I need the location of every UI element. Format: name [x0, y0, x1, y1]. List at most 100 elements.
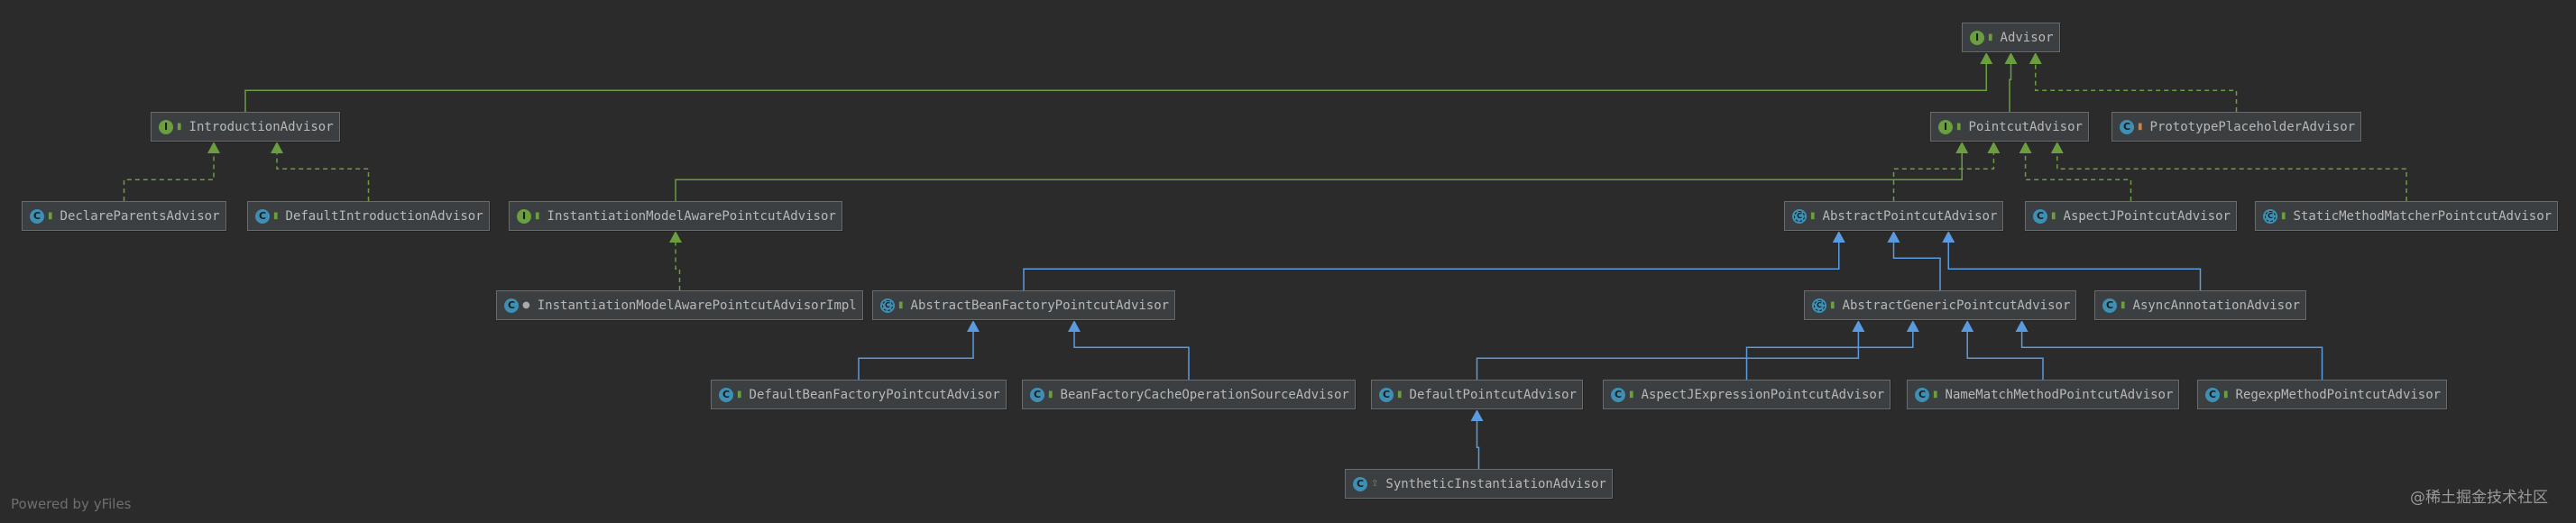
- node-label: IntroductionAdvisor: [189, 119, 334, 134]
- arrowhead: [1852, 320, 1865, 332]
- arrowhead: [2029, 52, 2042, 64]
- public-modifier-icon: ▮: [2223, 390, 2229, 399]
- arrowhead: [1942, 231, 1955, 243]
- arrowhead: [271, 142, 283, 153]
- abstract-class-icon: C: [2263, 208, 2277, 224]
- edge-default_pointcut_advisor-to-abstract_generic_pointcut_advisor: [1476, 329, 1860, 380]
- class-icon: C: [255, 208, 270, 224]
- node-abstract-bean-factory-pointcut-advisor[interactable]: C ▮ AbstractBeanFactoryPointcutAdvisor: [872, 290, 1176, 320]
- edge-pointcut_advisor-to-advisor: [2009, 61, 2012, 112]
- class-icon: C: [30, 208, 44, 224]
- node-label: Advisor: [2000, 30, 2054, 45]
- public-modifier-icon: ▮: [48, 211, 53, 221]
- powered-by-label: Powered by yFiles: [11, 496, 132, 512]
- node-label: BeanFactoryCacheOperationSourceAdvisor: [1060, 387, 1349, 402]
- node-label: InstantiationModelAwarePointcutAdvisor: [547, 208, 836, 224]
- arrowhead: [1470, 409, 1484, 421]
- class-icon: C: [2033, 208, 2047, 224]
- public-modifier-icon: ▮: [2121, 300, 2126, 310]
- node-default-introduction-advisor[interactable]: C ▮ DefaultIntroductionAdvisor: [247, 201, 490, 231]
- class-icon: C: [2102, 298, 2117, 313]
- edge-declare_parents_advisor-to-introduction_advisor: [123, 151, 215, 201]
- interface-icon: I: [517, 208, 531, 224]
- node-async-annotation-advisor[interactable]: C ▮ AsyncAnnotationAdvisor: [2094, 290, 2306, 320]
- package-private-modifier-icon: ▮: [2138, 122, 2143, 132]
- node-label: StaticMethodMatcherPointcutAdvisor: [2293, 208, 2553, 224]
- inheritance-edges: [123, 52, 2407, 469]
- arrowhead: [669, 231, 682, 243]
- node-label: AbstractPointcutAdvisor: [1822, 208, 1998, 224]
- node-synthetic-instantiation-advisor[interactable]: C ⇧ SyntheticInstantiationAdvisor: [1345, 469, 1613, 499]
- arrowhead: [1987, 142, 2001, 153]
- public-modifier-icon: ▮: [177, 122, 182, 132]
- node-advisor[interactable]: I ▮ Advisor: [1962, 23, 2060, 52]
- public-modifier-icon: ▮: [2281, 211, 2286, 221]
- public-modifier-icon: ▮: [737, 390, 742, 399]
- public-modifier-icon: ▮: [898, 300, 904, 310]
- node-aspectj-expression-pointcut-advisor[interactable]: C ▮ AspectJExpressionPointcutAdvisor: [1603, 380, 1891, 409]
- class-icon: C: [1353, 476, 1367, 491]
- node-abstract-pointcut-advisor[interactable]: C ▮ AbstractPointcutAdvisor: [1784, 201, 2004, 231]
- node-abstract-generic-pointcut-advisor[interactable]: C ▮ AbstractGenericPointcutAdvisor: [1804, 290, 2077, 320]
- abstract-class-icon: C: [1812, 298, 1826, 313]
- node-label: NameMatchMethodPointcutAdvisor: [1945, 387, 2174, 402]
- node-label: AspectJPointcutAdvisor: [2063, 208, 2231, 224]
- node-static-method-matcher-pointcut-advisor[interactable]: C ▮ StaticMethodMatcherPointcutAdvisor: [2255, 201, 2559, 231]
- arrowhead: [1955, 142, 1969, 153]
- edge-aspectj_expression_pointcut_advisor-to-abstract_generic_pointcut_advisor: [1745, 329, 1914, 380]
- watermark-label: @稀土掘金技术社区: [2410, 489, 2548, 507]
- node-default-pointcut-advisor[interactable]: C ▮ DefaultPointcutAdvisor: [1371, 380, 1583, 409]
- public-modifier-icon: ▮: [1988, 32, 1993, 42]
- abstract-class-icon: C: [1792, 208, 1807, 224]
- edge-aspectj_pointcut_advisor-to-pointcut_advisor: [2024, 151, 2132, 201]
- edge-instantiation_model_aware_pointcut_advisor-to-pointcut_advisor: [675, 151, 1963, 201]
- class-hierarchy-diagram: I ▮ Advisor I ▮ IntroductionAdvisor I ▮ Pointc…: [0, 0, 2576, 523]
- arrowhead: [967, 320, 980, 332]
- node-instantiation-model-aware-pointcut-advisor-impl[interactable]: C ● InstantiationModelAwarePointcutAdvisor…: [496, 290, 863, 320]
- node-declare-parents-advisor[interactable]: C ▮ DeclareParentsAdvisor: [22, 201, 226, 231]
- node-instantiation-model-aware-pointcut-advisor[interactable]: I ▮ InstantiationModelAwarePointcutAdvisor: [509, 201, 842, 231]
- node-pointcut-advisor[interactable]: I ▮ PointcutAdvisor: [1930, 112, 2089, 142]
- abstract-class-icon: C: [880, 298, 895, 313]
- node-bean-factory-cache-operation-source-advisor[interactable]: C ▮ BeanFactoryCacheOperationSourceAdvisor: [1022, 380, 1356, 409]
- node-label: DefaultIntroductionAdvisor: [285, 208, 483, 224]
- class-icon: C: [1915, 387, 1929, 402]
- node-regexp-method-pointcut-advisor[interactable]: C ▮ RegexpMethodPointcutAdvisor: [2197, 380, 2448, 409]
- arrowhead: [2019, 142, 2032, 153]
- node-label: AbstractBeanFactoryPointcutAdvisor: [910, 298, 1170, 313]
- public-modifier-icon: ▮: [1810, 211, 1816, 221]
- edge-default_bean_factory_pointcut_advisor-to-abstract_bean_factory_pointcut_advisor: [858, 329, 974, 380]
- edge-bean_factory_cache_operation_source_advisor-to-abstract_bean_factory_pointcut_advisor: [1073, 329, 1190, 380]
- public-modifier-icon: ▮: [1629, 390, 1634, 399]
- node-label: AbstractGenericPointcutAdvisor: [1842, 298, 2071, 313]
- node-label: PointcutAdvisor: [1968, 119, 2083, 134]
- arrowhead: [2004, 52, 2018, 64]
- static-modifier-icon: ⇧: [1371, 479, 1379, 489]
- node-label: AsyncAnnotationAdvisor: [2132, 298, 2300, 313]
- class-icon: C: [2205, 387, 2220, 402]
- node-prototype-placeholder-advisor[interactable]: C ▮ PrototypePlaceholderAdvisor: [2111, 112, 2362, 142]
- class-icon: C: [1030, 387, 1044, 402]
- class-icon: C: [1379, 387, 1394, 402]
- node-label: DeclareParentsAdvisor: [60, 208, 220, 224]
- public-modifier-icon: ▮: [2051, 211, 2056, 221]
- class-icon: C: [719, 387, 733, 402]
- edge-regexp_method_pointcut_advisor-to-abstract_generic_pointcut_advisor: [2020, 329, 2323, 380]
- node-label: DefaultPointcutAdvisor: [1409, 387, 1577, 402]
- node-default-bean-factory-pointcut-advisor[interactable]: C ▮ DefaultBeanFactoryPointcutAdvisor: [711, 380, 1007, 409]
- public-modifier-icon: ▮: [1048, 390, 1053, 399]
- arrowhead: [1887, 231, 1900, 243]
- public-modifier-icon: ▮: [1933, 390, 1938, 399]
- edge-static_method_matcher_pointcut_advisor-to-pointcut_advisor: [2056, 151, 2407, 201]
- arrowhead: [2050, 142, 2064, 153]
- package-modifier-icon: ●: [522, 300, 530, 310]
- edge-instantiation_model_aware_pointcut_advisor_impl-to-instantiation_model_aware_pointcut_advisor: [675, 240, 681, 290]
- node-name-match-method-pointcut-advisor[interactable]: C ▮ NameMatchMethodPointcutAdvisor: [1907, 380, 2180, 409]
- interface-icon: I: [1970, 30, 1984, 45]
- public-modifier-icon: ▮: [535, 211, 540, 221]
- arrowhead: [1980, 52, 1993, 64]
- node-aspectj-pointcut-advisor[interactable]: C ▮ AspectJPointcutAdvisor: [2025, 201, 2237, 231]
- class-icon: C: [2120, 119, 2134, 134]
- node-introduction-advisor[interactable]: I ▮ IntroductionAdvisor: [151, 112, 340, 142]
- node-label: SyntheticInstantiationAdvisor: [1385, 476, 1606, 491]
